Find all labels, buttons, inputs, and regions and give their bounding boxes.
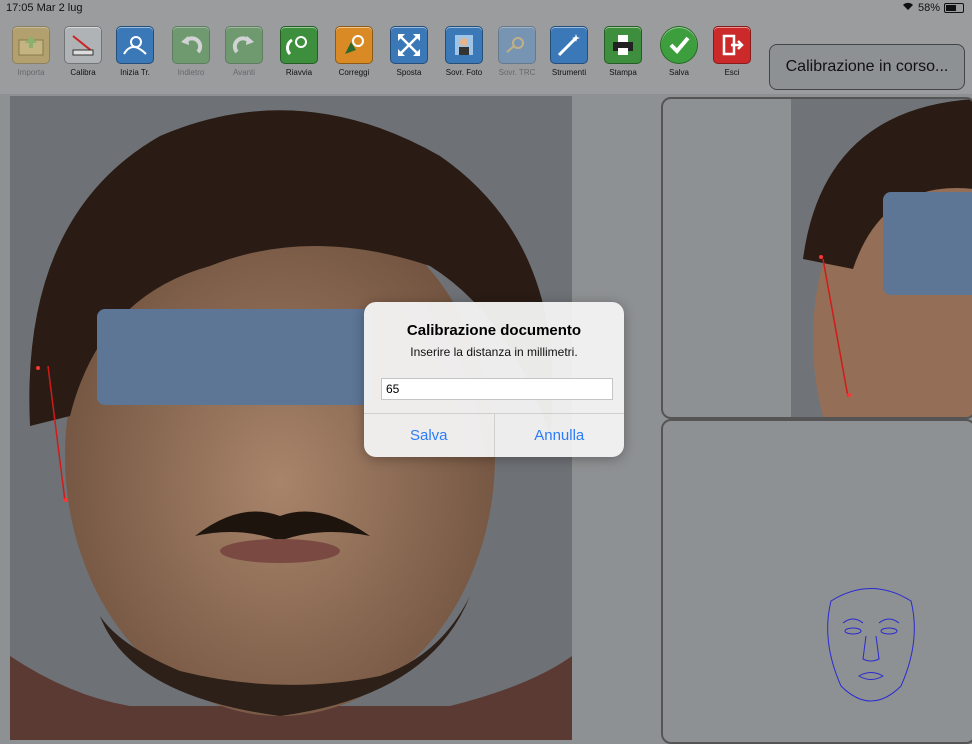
undo-arrow-icon [172,26,210,64]
restart-button[interactable]: Riavvia [276,26,322,90]
distance-input[interactable] [381,378,613,400]
battery-icon [944,3,964,13]
print-button[interactable]: Stampa [600,26,646,90]
folder-import-icon [12,26,50,64]
exit-door-icon [713,26,751,64]
cancel-dialog-button[interactable]: Annulla [495,414,625,457]
calibrate-button[interactable]: Calibra [60,26,106,90]
correct-button[interactable]: Correggi [331,26,377,90]
restart-icon [280,26,318,64]
trace-panel[interactable] [661,419,972,744]
battery-percent: 58% [917,2,940,14]
back-button[interactable]: Indietro [168,26,214,90]
overlay-trc-button[interactable]: Sovr. TRC [494,26,540,90]
toolbar: Importa Calibra Inizia Tr. Indietro Avan… [0,16,972,94]
dialog-title: Calibrazione documento [406,322,582,339]
correct-cursor-icon [335,26,373,64]
save-button[interactable]: Salva [656,26,702,90]
preview-eye-mask [883,192,972,295]
tools-button[interactable]: Strumenti [546,26,592,90]
printer-icon [604,26,642,64]
overlay-trc-icon [498,26,536,64]
magic-wand-icon [550,26,588,64]
face-outline-icon [827,588,915,702]
redo-arrow-icon [225,26,263,64]
move-arrows-icon [390,26,428,64]
exit-button[interactable]: Esci [709,26,755,90]
ruler-icon [64,26,102,64]
eye-mask [97,309,372,405]
status-time: 17:05 Mar 2 lug [6,2,83,14]
dialog-message: Inserire la distanza in millimetri. [410,345,578,359]
forward-button[interactable]: Avanti [221,26,267,90]
status-bar: 17:05 Mar 2 lug 58% [0,0,972,16]
save-dialog-button[interactable]: Salva [364,414,495,457]
trace-target-icon [116,26,154,64]
calibration-dialog: Calibrazione documento Inserire la dista… [364,302,624,457]
wifi-icon [902,2,914,14]
import-button[interactable]: Importa [8,26,54,90]
person-photo-icon [445,26,483,64]
start-trace-button[interactable]: Inizia Tr. [112,26,158,90]
overlay-photo-button[interactable]: Sovr. Foto [441,26,487,90]
checkmark-icon [660,26,698,64]
status-field: Calibrazione in corso... [769,44,965,90]
preview-panel-top[interactable] [661,97,972,419]
move-button[interactable]: Sposta [386,26,432,90]
